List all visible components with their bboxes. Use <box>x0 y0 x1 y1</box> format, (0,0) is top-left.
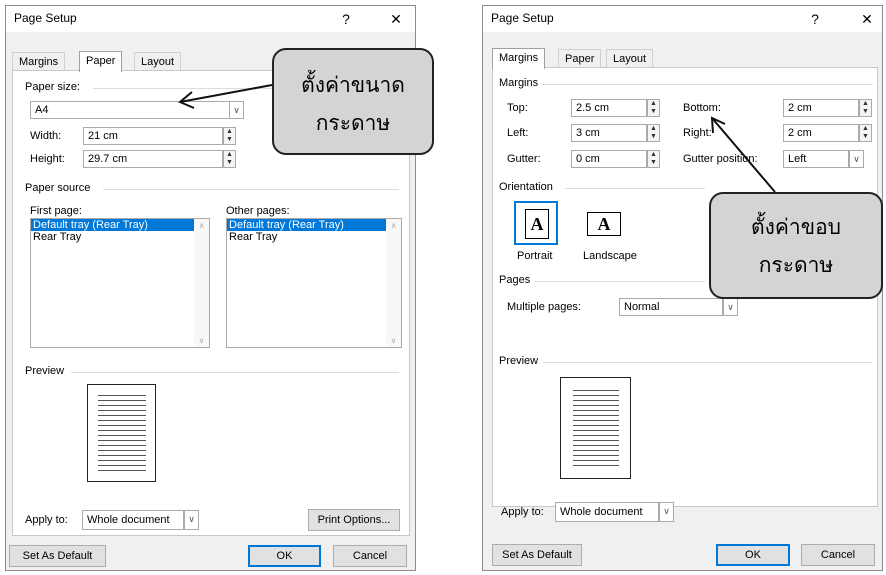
arrow-icon <box>710 116 776 193</box>
callout-arrows <box>178 84 776 193</box>
tab-margins[interactable]: Margins <box>492 48 546 69</box>
tab-paper[interactable]: Paper <box>79 51 123 72</box>
arrow-icon <box>178 84 273 109</box>
